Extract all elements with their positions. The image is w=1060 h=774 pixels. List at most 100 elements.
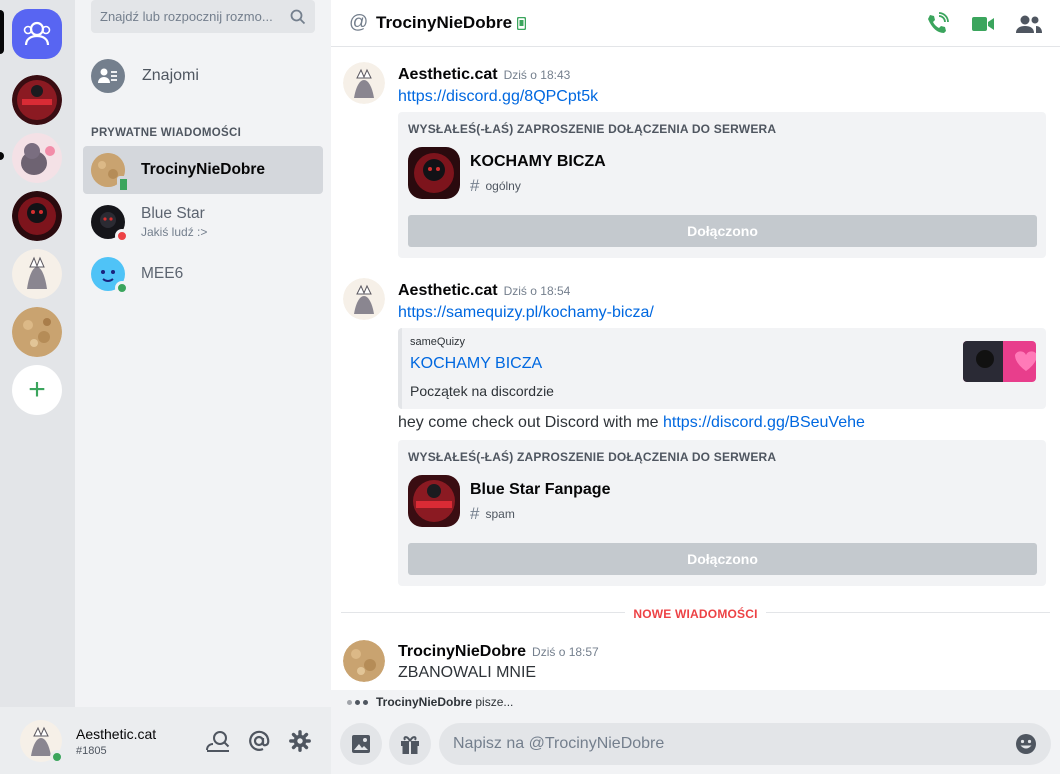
server-icon-blue-star-fanpage[interactable] xyxy=(12,75,62,125)
embed-description: Początek na discordzie xyxy=(410,383,554,399)
embed-provider: sameQuizy xyxy=(410,336,466,348)
channel-title: TrocinyNieDobre xyxy=(376,13,513,32)
online-status-icon xyxy=(115,281,129,295)
typing-indicator: TrocinyNieDobre pisze... xyxy=(331,690,1060,714)
invite-channel: # spam xyxy=(470,504,515,523)
avatar xyxy=(91,205,129,243)
dm-sidebar: Znajdź lub rozpocznij rozmo... Znajomi P… xyxy=(75,0,331,707)
dm-item-trocinyniedobre[interactable]: TrocinyNieDobre xyxy=(83,146,323,194)
members-icon xyxy=(1016,15,1042,33)
private-messages-heading: PRYWATNE WIADOMOŚCI xyxy=(91,127,242,139)
message-inline-link[interactable]: https://discord.gg/BSeuVehe xyxy=(663,414,865,431)
search-icon xyxy=(290,9,306,24)
message-author[interactable]: Aesthetic.cat Dziś o 18:43 xyxy=(398,66,570,84)
invite-server-icon xyxy=(408,147,460,199)
upload-image-button[interactable] xyxy=(340,723,382,765)
gear-icon xyxy=(289,730,311,752)
message-avatar[interactable] xyxy=(343,62,385,104)
discord-friends-icon xyxy=(23,21,51,46)
server-icon-white-cat[interactable] xyxy=(12,249,62,299)
avatar xyxy=(91,257,129,295)
joined-button[interactable]: Dołączono xyxy=(408,215,1037,247)
avatar xyxy=(91,153,130,193)
message-avatar[interactable] xyxy=(343,278,385,320)
message-timestamp: Dziś o 18:54 xyxy=(503,284,571,298)
message-input-placeholder: Napisz na @TrocinyNieDobre xyxy=(453,735,665,752)
video-call-button[interactable] xyxy=(970,11,996,37)
hash-icon: # xyxy=(470,176,480,195)
server-icon-sawdust[interactable] xyxy=(12,307,62,357)
online-status-icon xyxy=(50,750,64,764)
message-link[interactable]: https://discord.gg/8QPCpt5k xyxy=(398,88,598,106)
message-list[interactable]: Aesthetic.cat Dziś o 18:43 https://discor… xyxy=(331,47,1060,690)
emoji-icon[interactable] xyxy=(1015,733,1037,755)
invite-server-name: KOCHAMY BICZA xyxy=(470,153,606,170)
server-invite-card: WYSŁAŁEŚ(-ŁAŚ) ZAPROSZENIE DOŁĄCZENIA DO… xyxy=(398,112,1046,258)
video-camera-icon xyxy=(972,17,994,31)
dm-item-mee6[interactable]: MEE6 xyxy=(83,250,323,298)
dm-custom-status: Jakiś ludź :> xyxy=(141,225,208,239)
link-embed: sameQuizy KOCHAMY BICZA Początek na disc… xyxy=(398,328,1046,409)
search-input[interactable]: Znajdź lub rozpocznij rozmo... xyxy=(91,0,315,33)
dnd-status-icon xyxy=(115,229,129,243)
friends-label: Znajomi xyxy=(142,67,199,84)
typing-user: TrocinyNieDobre xyxy=(376,695,473,709)
friends-icon xyxy=(91,59,125,93)
message-text: hey come check out Discord with me https… xyxy=(398,414,865,431)
selected-indicator xyxy=(0,10,4,54)
voice-call-button[interactable] xyxy=(924,11,950,37)
mentions-button[interactable] xyxy=(247,729,271,753)
message-input[interactable]: Napisz na @TrocinyNieDobre xyxy=(439,723,1051,765)
embed-thumbnail[interactable] xyxy=(963,341,1036,382)
message-link[interactable]: https://samequizy.pl/kochamy-bicza/ xyxy=(398,304,654,322)
typing-dots-icon xyxy=(347,699,368,705)
member-list-button[interactable] xyxy=(1016,11,1042,37)
at-icon xyxy=(249,730,270,751)
channel-header: @ TrocinyNieDobre xyxy=(331,0,1060,47)
dm-name: TrocinyNieDobre xyxy=(141,161,266,178)
invite-heading: WYSŁAŁEŚ(-ŁAŚ) ZAPROSZENIE DOŁĄCZENIA DO… xyxy=(408,450,777,464)
server-icon-kochamy-bicza[interactable] xyxy=(12,191,62,241)
mobile-status-icon xyxy=(117,176,130,193)
server-invite-card: WYSŁAŁEŚ(-ŁAŚ) ZAPROSZENIE DOŁĄCZENIA DO… xyxy=(398,440,1046,586)
message-timestamp: Dziś o 18:57 xyxy=(532,645,599,659)
dm-item-blue-star[interactable]: Blue Star Jakiś ludź :> xyxy=(83,198,323,246)
settings-button[interactable] xyxy=(288,729,312,753)
user-avatar[interactable] xyxy=(20,720,64,764)
direct-messages-home-button[interactable] xyxy=(12,9,62,59)
message-text: ZBANOWALI MNIE xyxy=(398,664,537,681)
message-composer: Napisz na @TrocinyNieDobre xyxy=(331,714,1060,774)
username: Aesthetic.cat xyxy=(76,726,157,742)
plus-icon: + xyxy=(28,373,46,406)
gift-icon xyxy=(401,736,419,754)
search-users-icon xyxy=(206,731,230,752)
mobile-status-icon xyxy=(516,16,527,35)
unread-indicator xyxy=(0,152,4,160)
gift-button[interactable] xyxy=(389,723,431,765)
image-icon xyxy=(352,735,370,753)
message-author[interactable]: Aesthetic.cat Dziś o 18:54 xyxy=(398,282,570,300)
invite-heading: WYSŁAŁEŚ(-ŁAŚ) ZAPROSZENIE DOŁĄCZENIA DO… xyxy=(408,122,777,136)
joined-button[interactable]: Dołączono xyxy=(408,543,1037,575)
search-placeholder: Znajdź lub rozpocznij rozmo... xyxy=(100,9,273,24)
invite-channel: # ogólny xyxy=(470,176,521,195)
message-timestamp: Dziś o 18:43 xyxy=(503,68,571,82)
message-author[interactable]: TrocinyNieDobre Dziś o 18:57 xyxy=(398,643,599,661)
new-messages-label: NOWE WIADOMOŚCI xyxy=(331,605,1060,623)
server-rail: + xyxy=(0,0,75,774)
embed-title-link[interactable]: KOCHAMY BICZA xyxy=(410,355,542,373)
add-server-button[interactable]: + xyxy=(12,365,62,415)
find-friends-button[interactable] xyxy=(206,729,230,753)
user-tag: #1805 xyxy=(76,745,107,757)
hash-icon: # xyxy=(470,504,480,523)
at-icon: @ xyxy=(349,12,369,33)
invite-server-icon xyxy=(408,475,460,527)
server-icon-cat-drawing[interactable] xyxy=(12,133,62,183)
dm-name: Blue Star xyxy=(141,205,205,222)
invite-server-name: Blue Star Fanpage xyxy=(470,481,611,498)
message-avatar[interactable] xyxy=(343,640,385,682)
user-panel: Aesthetic.cat #1805 xyxy=(0,707,331,774)
friends-nav-item[interactable]: Znajomi xyxy=(91,58,199,94)
typing-suffix: pisze... xyxy=(475,695,514,709)
phone-call-icon xyxy=(928,12,949,33)
